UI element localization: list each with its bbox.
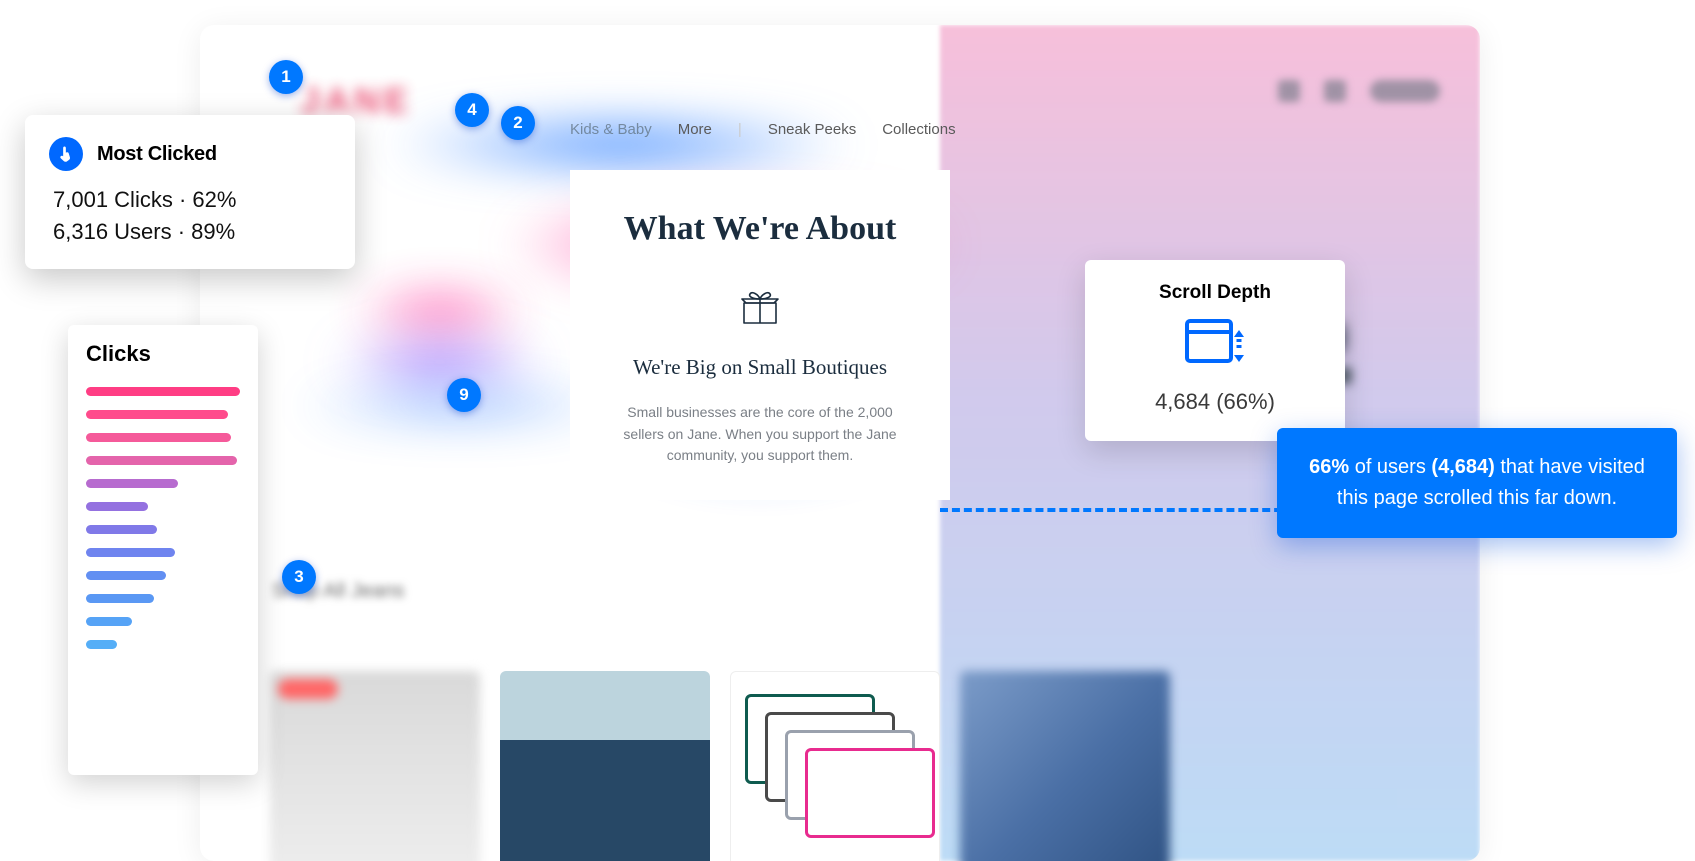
search-icon[interactable] — [1278, 80, 1300, 102]
product-card[interactable] — [500, 671, 710, 861]
clicks-bar[interactable] — [86, 548, 175, 557]
product-row — [270, 671, 1170, 861]
clicks-panel: Clicks — [68, 325, 258, 775]
pointer-icon — [49, 137, 83, 171]
scroll-info-tooltip: 66% of users (4,684) that have visited t… — [1277, 428, 1677, 538]
nav-item-kids[interactable]: Kids & Baby — [570, 121, 652, 138]
heat-blob — [330, 337, 550, 387]
clicks-bar[interactable] — [86, 433, 231, 442]
clicks-bar[interactable] — [86, 479, 178, 488]
nav-item-more[interactable]: More — [678, 121, 712, 138]
most-clicked-popover: Most Clicked 7,001 Clicks · 62% 6,316 Us… — [25, 115, 355, 269]
gift-icon — [740, 288, 780, 326]
heat-blob — [350, 285, 530, 340]
clicks-bar[interactable] — [86, 502, 148, 511]
scroll-depth-card: Scroll Depth 4,684 (66%) — [1085, 260, 1345, 441]
about-title: What We're About — [600, 210, 920, 248]
info-count: (4,684) — [1431, 456, 1494, 478]
header-icons — [1278, 80, 1440, 102]
rank-badge-2[interactable]: 2 — [501, 106, 535, 140]
product-card[interactable] — [960, 671, 1170, 861]
rank-badge-1[interactable]: 1 — [269, 60, 303, 94]
clicks-bar[interactable] — [86, 525, 157, 534]
nav-item-collections[interactable]: Collections — [882, 121, 955, 138]
bag-icon[interactable] — [1324, 80, 1346, 102]
info-mid: of users — [1349, 456, 1431, 478]
scroll-depth-title: Scroll Depth — [1101, 282, 1329, 304]
signin-button[interactable] — [1370, 80, 1440, 102]
nav-item-sneak[interactable]: Sneak Peeks — [768, 121, 856, 138]
popover-title: Most Clicked — [97, 143, 217, 166]
product-card[interactable] — [270, 671, 480, 861]
nav-divider: | — [738, 121, 742, 138]
clicks-panel-title: Clicks — [86, 341, 240, 367]
clicks-bar[interactable] — [86, 456, 237, 465]
clicks-bar[interactable] — [86, 640, 117, 649]
clicks-bar[interactable] — [86, 571, 166, 580]
about-subtitle: We're Big on Small Boutiques — [600, 355, 920, 380]
info-pct: 66% — [1309, 456, 1349, 478]
clicks-bar[interactable] — [86, 387, 240, 396]
browser-scroll-icon — [1184, 318, 1246, 368]
product-card[interactable] — [730, 671, 940, 861]
clicks-bar[interactable] — [86, 617, 132, 626]
scroll-depth-value: 4,684 (66%) — [1101, 389, 1329, 415]
clicks-bar-list — [86, 387, 240, 649]
clicks-bar[interactable] — [86, 410, 228, 419]
clicks-bar[interactable] — [86, 594, 154, 603]
rank-badge-4[interactable]: 4 — [455, 93, 489, 127]
main-nav: Kids & Baby More | Sneak Peeks Collectio… — [570, 121, 956, 138]
about-body: Small businesses are the core of the 2,0… — [600, 402, 920, 467]
rank-badge-3[interactable]: 3 — [282, 560, 316, 594]
about-card: What We're About We're Big on Small Bout… — [570, 170, 950, 500]
popover-stat-users: 6,316 Users · 89% — [53, 219, 331, 245]
rank-badge-9[interactable]: 9 — [447, 378, 481, 412]
popover-stat-clicks: 7,001 Clicks · 62% — [53, 187, 331, 213]
